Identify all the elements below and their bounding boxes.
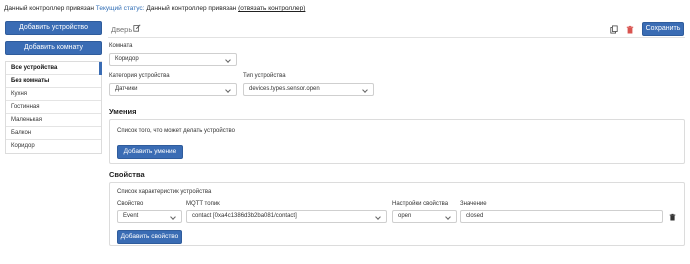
type-select[interactable]: devices.types.sensor.open [243,83,374,96]
status-label: Текущий статус: [95,5,145,12]
add-property-button[interactable]: Добавить свойство [117,230,182,244]
properties-description: Список характеристик устройства [117,189,212,195]
property-select[interactable]: Event [117,210,182,223]
edit-icon[interactable] [133,24,141,32]
settings-col-label: Настройки свойства [392,201,449,207]
add-device-button[interactable]: Добавить устройство [5,21,102,35]
room-item-balcony[interactable]: Балкон [6,127,101,140]
value-col-label: Значение [460,201,487,207]
property-col-label: Свойство [117,201,144,207]
category-select[interactable]: Датчики [109,83,237,96]
add-skill-button[interactable]: Добавить умение [117,145,183,159]
save-button[interactable]: Сохранить [642,22,684,36]
controller-text: Данный контроллер привязан [4,5,94,12]
room-item-corridor[interactable]: Коридор [6,140,101,153]
room-item-no-room[interactable]: Без комнаты [6,75,101,88]
skills-description: Список того, что может делать устройство [117,128,235,134]
delete-device-icon[interactable] [626,25,634,34]
type-field-label: Тип устройства [243,73,286,79]
header-divider [108,37,685,38]
category-field-label: Категория устройства [109,73,170,79]
device-name: Дверь [111,25,133,34]
add-room-button[interactable]: Добавить комнату [5,41,102,55]
room-select[interactable]: Коридор [109,53,237,66]
controller-status-line: Данный контроллер привязан Текущий стату… [4,5,305,12]
skills-panel: Список того, что может делать устройство… [109,119,685,164]
room-item-living[interactable]: Гостинная [6,101,101,114]
property-settings-select[interactable]: open [392,210,457,223]
unlink-controller-link[interactable]: (отвязать контроллер) [238,5,305,12]
room-list: Все устройства Без комнаты Кухня Гостинн… [5,61,102,154]
properties-title: Свойства [109,170,145,179]
properties-panel: Список характеристик устройства Свойство… [109,182,685,246]
topic-col-label: MQTT топик [186,201,220,207]
property-value-input[interactable]: closed [460,210,663,223]
room-item-small[interactable]: Маленькая [6,114,101,127]
copy-icon[interactable] [610,25,618,34]
status-value: Данный контроллер привязан [146,5,237,12]
mqtt-topic-select[interactable]: contact [0xa4c1386d3b2ba081/contact] [186,210,387,223]
delete-property-icon[interactable] [669,213,676,221]
skills-title: Умения [109,107,137,116]
room-item-kitchen[interactable]: Кухня [6,88,101,101]
room-field-label: Комната [109,43,133,49]
room-item-all[interactable]: Все устройства [6,62,102,75]
